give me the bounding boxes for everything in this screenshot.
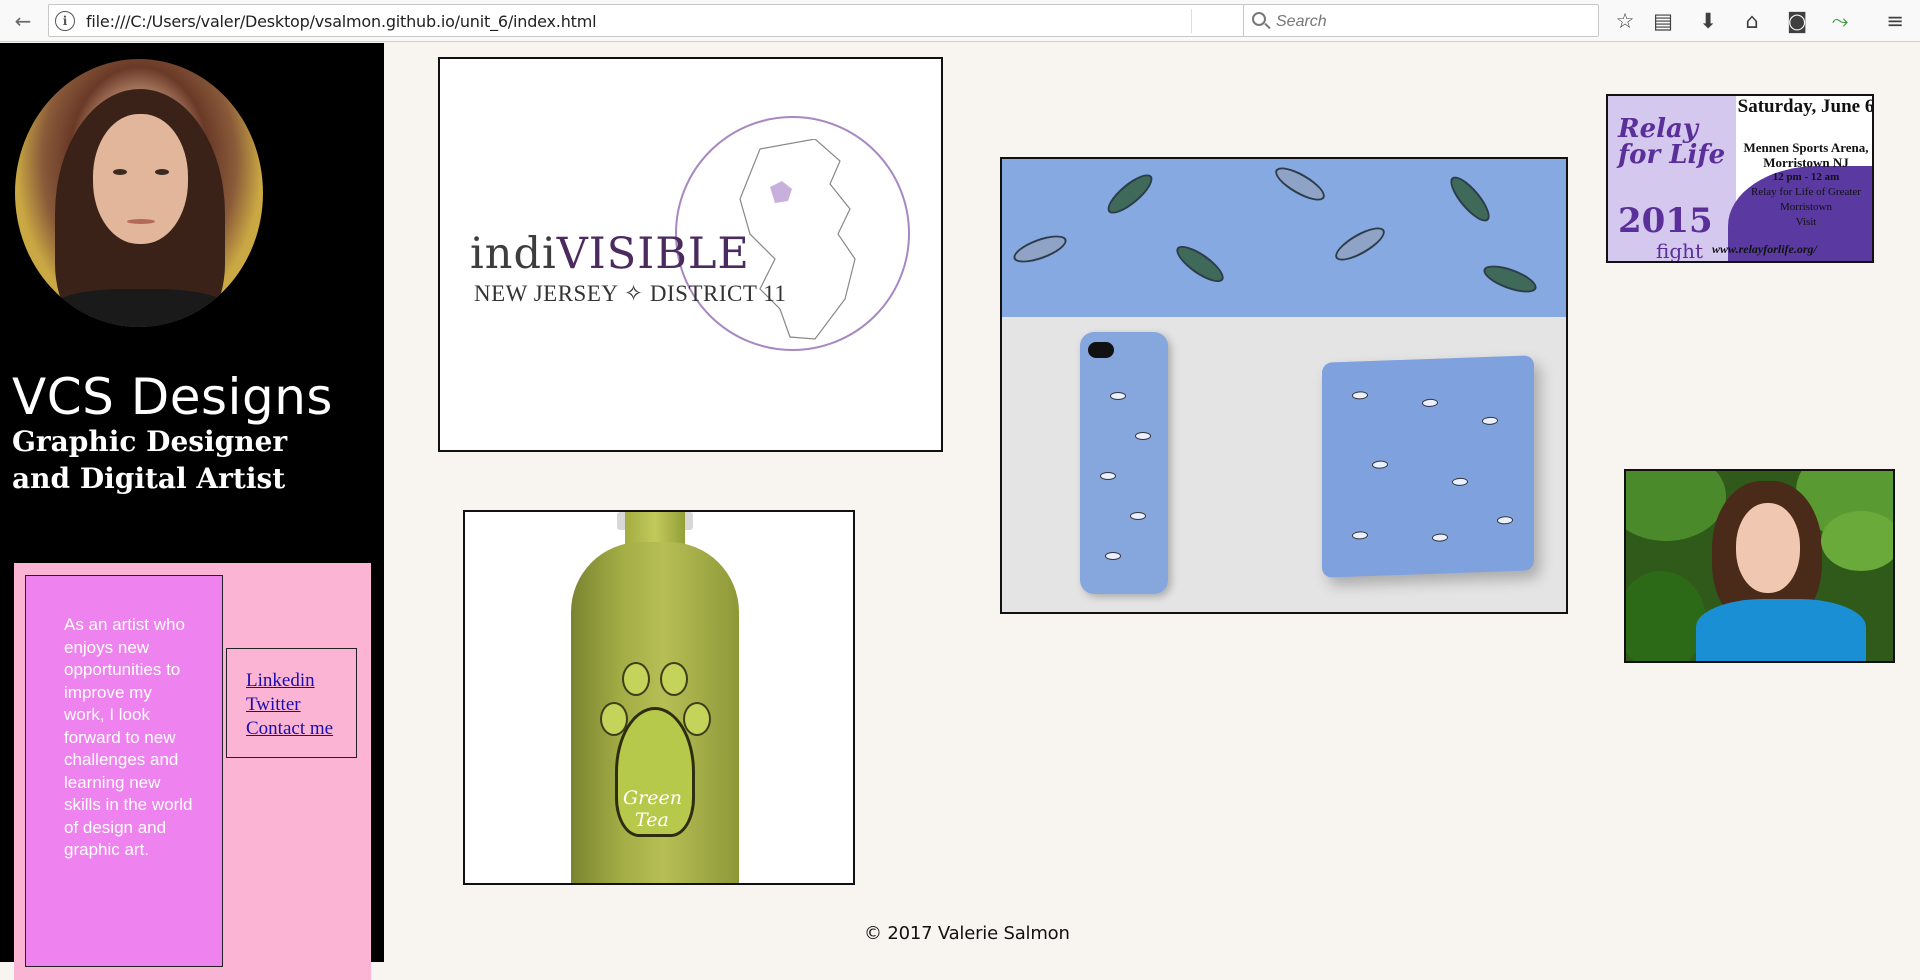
feather-shape [1330,221,1390,267]
leaf-shape [1821,511,1893,571]
back-arrow-icon[interactable]: ← [8,6,38,36]
flyer-year: 2015 [1618,201,1713,241]
avatar [15,59,263,327]
feather-shape [1270,161,1330,207]
portrait-face [1736,503,1800,593]
search-placeholder: Search [1276,13,1327,30]
feather-shape [1480,260,1540,298]
mini-feather [1352,531,1368,540]
extension-icon[interactable]: ⤳ [1825,6,1855,36]
brand-title: VCS Designs [12,368,333,426]
avatar-face [93,114,188,244]
mini-feather [1130,512,1146,520]
flyer-fight: fight [1656,239,1704,263]
mini-feather [1372,460,1388,469]
wordmark-part: indi [470,229,557,279]
about-panel: As an artist who enjoys new opportunitie… [14,563,371,980]
menu-icon[interactable]: ≡ [1880,6,1910,36]
copyright-footer: © 2017 Valerie Salmon [864,923,1070,944]
browser-toolbar: ← i file:///C:/Users/valer/Desktop/vsalm… [0,0,1920,42]
portrait-shirt [1696,599,1866,661]
bio-text: As an artist who enjoys new opportunitie… [25,575,223,967]
url-text[interactable]: file:///C:/Users/valer/Desktop/vsalmon.g… [86,12,597,31]
indivisible-wordmark: indiVISIBLE [470,229,750,279]
mini-feather [1422,398,1438,408]
avatar-mouth [127,219,155,224]
feather-shape [1171,239,1229,289]
bookmark-star-icon[interactable]: ☆ [1610,6,1640,36]
phone-case [1080,332,1168,594]
avatar-eye [155,169,169,175]
tea-label: Green Tea [623,787,682,831]
indivisible-logo-image: indiVISIBLE NEW JERSEY ✧ DISTRICT 11 [438,57,943,452]
relay-for-life-flyer-image: Relay for Life 2015 fight Saturday, June… [1606,94,1874,263]
downloads-icon[interactable]: ⬇ [1693,6,1723,36]
flyer-venue: Mennen Sports Arena, Morristown NJ [1743,140,1869,170]
flyer-title: Relay for Life [1618,114,1726,170]
mini-feather [1432,533,1448,542]
linkedin-link[interactable]: Linkedin [246,669,356,693]
leaf-shape [1626,571,1706,661]
indivisible-subtitle: NEW JERSEY ✧ DISTRICT 11 [474,281,787,306]
tagline: Graphic Designer and Digital Artist [12,425,288,495]
avatar-shirt [45,289,235,327]
flyer-org: Relay for Life of Greater Morristown [1751,186,1861,213]
url-bar[interactable]: i file:///C:/Users/valer/Desktop/vsalmon… [48,4,1263,37]
url-divider [1191,9,1192,33]
flyer-visit: Visit [1795,216,1817,228]
mini-feather [1100,472,1116,480]
search-icon [1252,12,1266,26]
flyer-time: 12 pm - 12 am [1772,171,1840,183]
feather-shape [1444,171,1496,227]
twitter-link[interactable]: Twitter [246,693,356,717]
leaf-shape [1626,471,1726,541]
search-input[interactable]: Search [1243,4,1599,37]
green-tea-bottle-image: Green Tea [463,510,855,885]
paw-toe [660,662,688,696]
tea-label-line: Tea [635,809,669,831]
mini-feather [1482,416,1498,426]
contact-link[interactable]: Contact me [246,717,356,741]
avatar-eye [113,169,127,175]
paw-toe [683,702,711,736]
feather-shape [1010,230,1070,268]
flyer-url: www.relayforlife.org/ [1712,242,1817,256]
tea-label-line: Green [623,787,682,809]
paw-toe [622,662,650,696]
site-info-icon[interactable]: i [55,11,75,31]
mini-feather [1135,432,1151,440]
wordmark-accent: VISIBLE [556,229,750,279]
mini-feather [1105,552,1121,560]
feather-pattern-banner [1002,159,1566,317]
portrait-in-leaves-image [1624,469,1895,663]
feather-shape [1102,168,1158,220]
phone-camera [1088,342,1114,358]
mini-feather [1110,392,1126,400]
mini-feather [1352,391,1368,400]
mini-feather [1452,477,1468,487]
mini-feather [1497,516,1513,525]
flyer-info: Mennen Sports Arena, Morristown NJ 12 pm… [1736,140,1872,230]
feather-pattern-products-image [1000,157,1568,614]
social-links: Linkedin Twitter Contact me [226,648,357,758]
flyer-date: Saturday, June 6 [1737,96,1874,117]
pocket-icon[interactable]: ◙ [1782,6,1812,36]
home-icon[interactable]: ⌂ [1737,6,1767,36]
sidebar: VCS Designs Graphic Designer and Digital… [0,43,384,980]
reading-list-icon[interactable]: ▤ [1648,6,1678,36]
pillow [1322,355,1534,578]
